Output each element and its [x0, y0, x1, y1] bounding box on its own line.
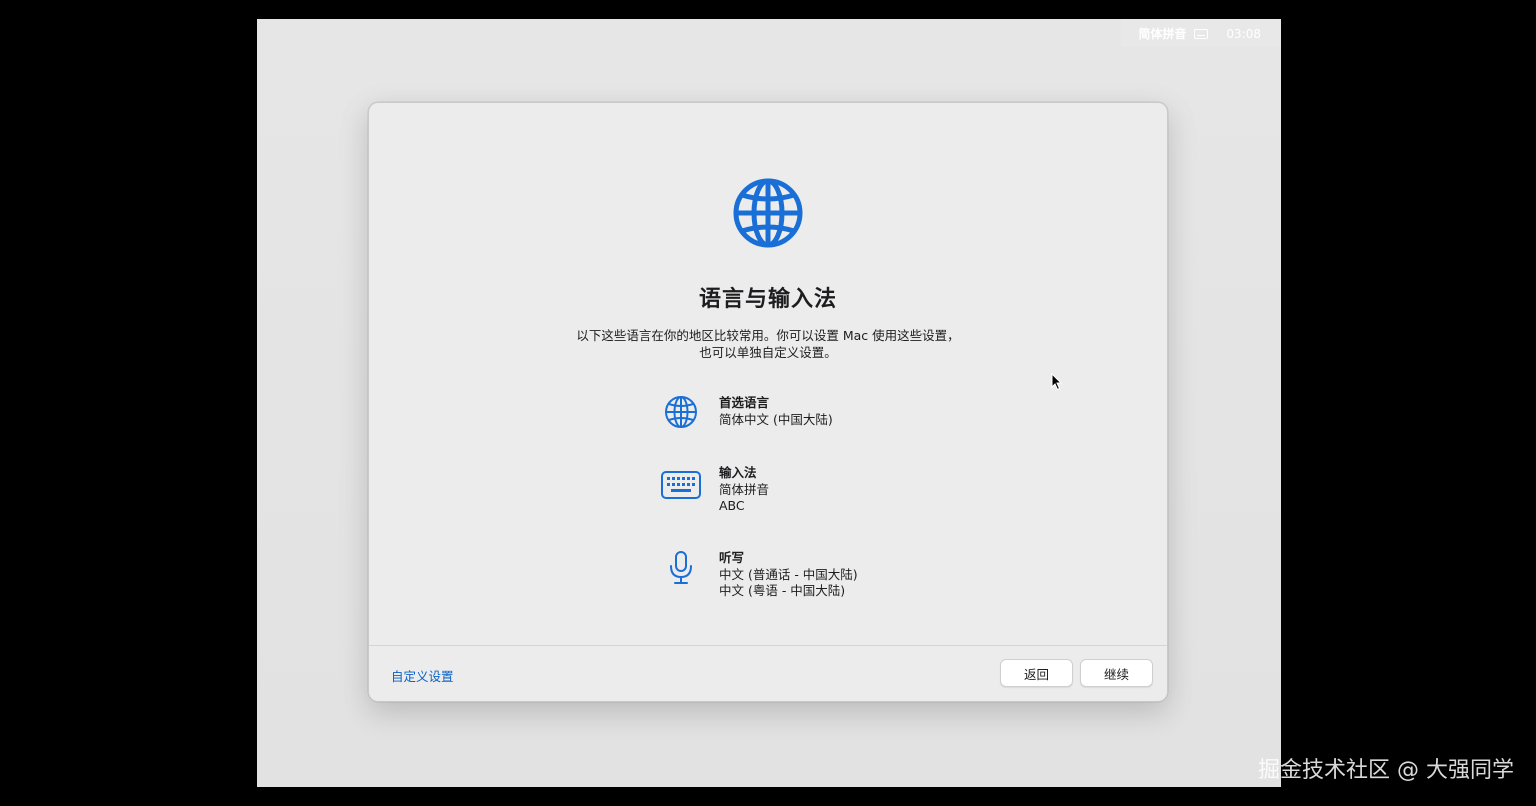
globe-icon	[661, 395, 701, 429]
keyboard-icon	[1194, 28, 1209, 39]
setting-input-method: 输入法 简体拼音 ABC	[661, 465, 769, 514]
setting-value: ABC	[719, 498, 745, 513]
subtitle-line: 以下这些语言在你的地区比较常用。你可以设置 Mac 使用这些设置，	[576, 328, 960, 343]
setting-label: 听写	[719, 550, 745, 565]
watermark: 掘金技术社区 @ 大强同学	[1258, 758, 1514, 783]
setting-preferred-language: 首选语言 简体中文 (中国大陆)	[661, 395, 833, 429]
footer-divider	[369, 645, 1167, 646]
microphone-icon	[661, 550, 701, 599]
page-subtitle: 以下这些语言在你的地区比较常用。你可以设置 Mac 使用这些设置， 也可以单独自…	[519, 327, 1017, 361]
language-input-dialog: 语言与输入法 以下这些语言在你的地区比较常用。你可以设置 Mac 使用这些设置，…	[368, 102, 1168, 702]
setting-value: 简体拼音	[719, 482, 770, 497]
setting-value: 中文 (普通话 - 中国大陆)	[719, 567, 858, 582]
setting-label: 输入法	[719, 465, 757, 480]
menubar-clock: 03:08	[1226, 26, 1261, 41]
keyboard-icon	[661, 465, 701, 514]
mouse-cursor-icon	[1051, 373, 1063, 391]
setting-value: 简体中文 (中国大陆)	[719, 412, 833, 427]
globe-icon	[733, 178, 803, 248]
setup-assistant-screen: 简体拼音 03:08 语言与输入法 以下这些语言在你的地区比较常用。你可以设置 …	[257, 19, 1281, 787]
page-title: 语言与输入法	[698, 287, 837, 312]
subtitle-line: 也可以单独自定义设置。	[699, 345, 837, 360]
setting-label: 首选语言	[719, 395, 770, 410]
setting-value: 中文 (粤语 - 中国大陆)	[719, 583, 846, 598]
menubar-status: 简体拼音 03:08	[1138, 25, 1261, 42]
setting-dictation: 听写 中文 (普通话 - 中国大陆) 中文 (粤语 - 中国大陆)	[661, 550, 858, 599]
customize-settings-link[interactable]: 自定义设置	[391, 666, 454, 685]
input-source-indicator[interactable]: 简体拼音	[1138, 25, 1186, 42]
back-button[interactable]: 返回	[1000, 659, 1073, 687]
continue-button[interactable]: 继续	[1080, 659, 1153, 687]
